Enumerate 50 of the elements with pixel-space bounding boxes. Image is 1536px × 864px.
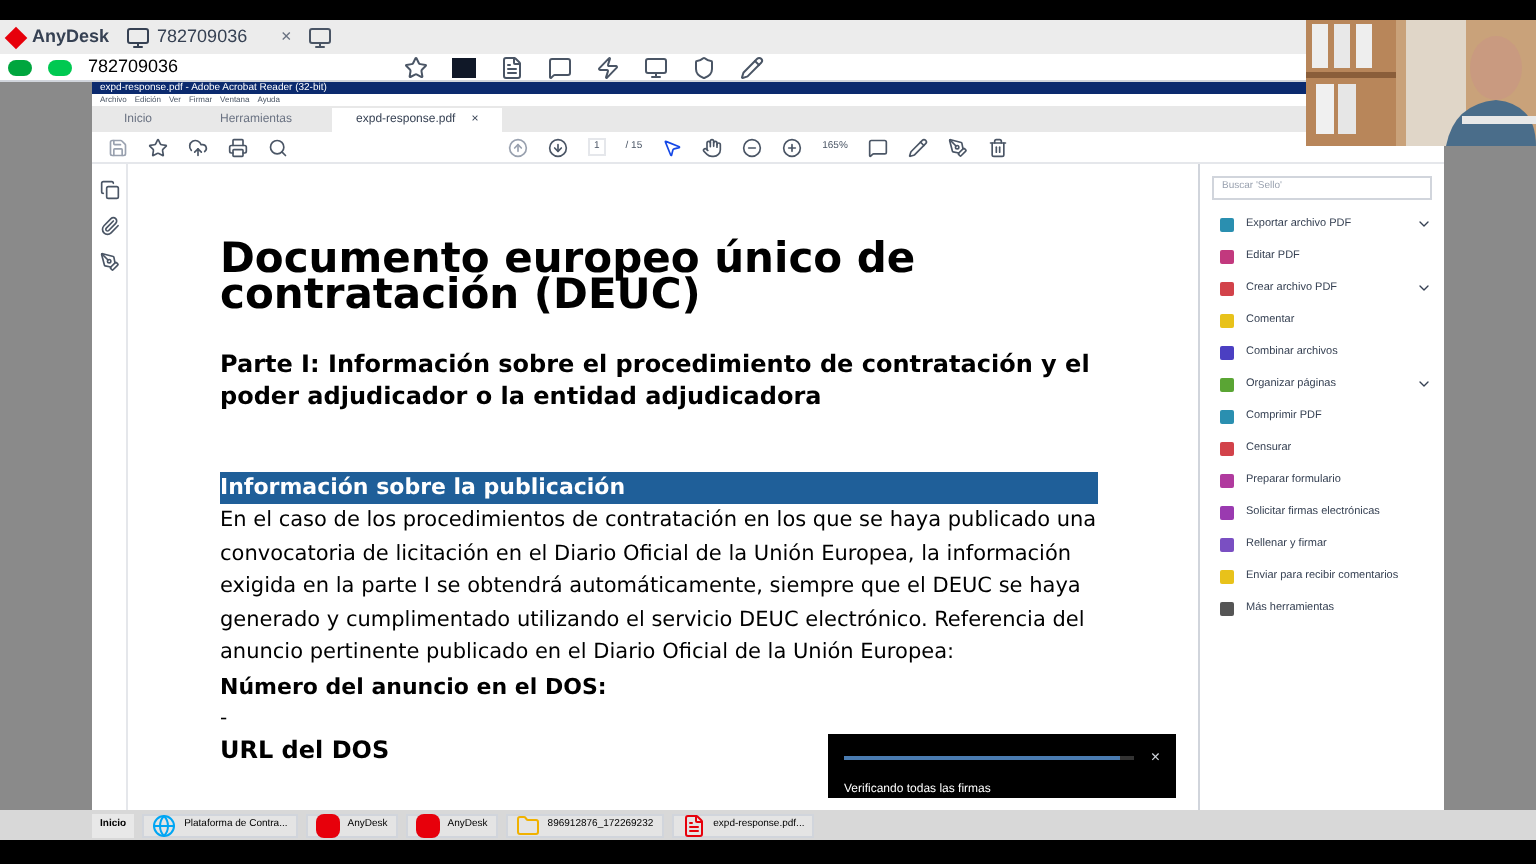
zoom-out-icon[interactable]	[742, 137, 763, 157]
new-tab-icon[interactable]	[307, 25, 332, 49]
anydesk-icon	[315, 813, 340, 837]
chevron-icon[interactable]	[1416, 280, 1432, 296]
pages-icon[interactable]	[99, 180, 119, 200]
field-value: -	[220, 705, 230, 733]
close-button[interactable]: ×	[1150, 750, 1160, 766]
next-page-icon[interactable]	[548, 137, 568, 157]
attachment-icon[interactable]	[99, 216, 119, 236]
display-icon[interactable]	[452, 57, 476, 77]
pencil-icon[interactable]	[907, 137, 928, 157]
monitor-icon[interactable]	[644, 55, 668, 79]
url-label: URL del DOS	[220, 733, 392, 765]
paragraph: En el caso de los procedimientos de contratación en los que se haya publicado una convocatoria de licitación en el Diario Oficial de la Unión Europea, la información exigida en la parte I se obtendrá automáticamente, siempre que el DEUC se haya generado y cumplimentado utilizando el servicio DEUC electrónico. Referencia del anuncio pertinente publicado en el Diario Oficial de la Unión Europea:	[220, 506, 1098, 668]
star-icon[interactable]	[148, 137, 168, 157]
star-icon[interactable]	[404, 55, 428, 79]
comment-icon[interactable]	[867, 137, 888, 157]
section-heading: Información sobre la publicación	[220, 472, 1098, 504]
address-text: 782709036	[88, 53, 181, 80]
sign-icon[interactable]	[947, 137, 968, 157]
pencil-icon[interactable]	[740, 55, 764, 79]
monitor-icon	[125, 25, 150, 49]
part-heading: Parte I: Información sobre el procedimiento de contratación y el poder adjudicador o la entidad adjudicadora	[220, 348, 1092, 412]
signature-icon[interactable]	[99, 252, 119, 272]
chevron-icon[interactable]	[1416, 376, 1432, 392]
status-icon	[8, 59, 32, 75]
cursor-icon[interactable]	[662, 137, 683, 157]
lightning-icon[interactable]	[596, 55, 620, 79]
zoom-in-icon[interactable]	[782, 137, 803, 157]
hand-icon[interactable]	[702, 137, 723, 157]
shield-icon[interactable]	[692, 55, 716, 79]
document-icon	[681, 813, 706, 837]
globe-icon	[152, 813, 177, 837]
session-tab[interactable]: 782709036	[125, 23, 266, 51]
field-label: Número del anuncio en el DOS:	[220, 671, 609, 703]
print-icon[interactable]	[228, 137, 248, 157]
chevron-icon[interactable]	[1416, 216, 1432, 232]
anydesk-logo: AnyDesk	[8, 23, 110, 51]
search-icon[interactable]	[268, 137, 288, 157]
previous-page-icon[interactable]	[508, 137, 528, 157]
document-title: Documento europeo único de contratación (DEUC)	[220, 240, 918, 312]
trash-icon[interactable]	[987, 137, 1008, 157]
monitor-status-icon	[48, 59, 72, 75]
file-icon[interactable]	[500, 55, 524, 79]
close-button[interactable]: ×	[281, 23, 292, 51]
upload-icon[interactable]	[188, 137, 208, 157]
save-icon[interactable]	[108, 137, 128, 157]
chat-icon[interactable]	[548, 55, 572, 79]
folder-icon	[515, 813, 540, 837]
anydesk-icon	[415, 813, 440, 837]
